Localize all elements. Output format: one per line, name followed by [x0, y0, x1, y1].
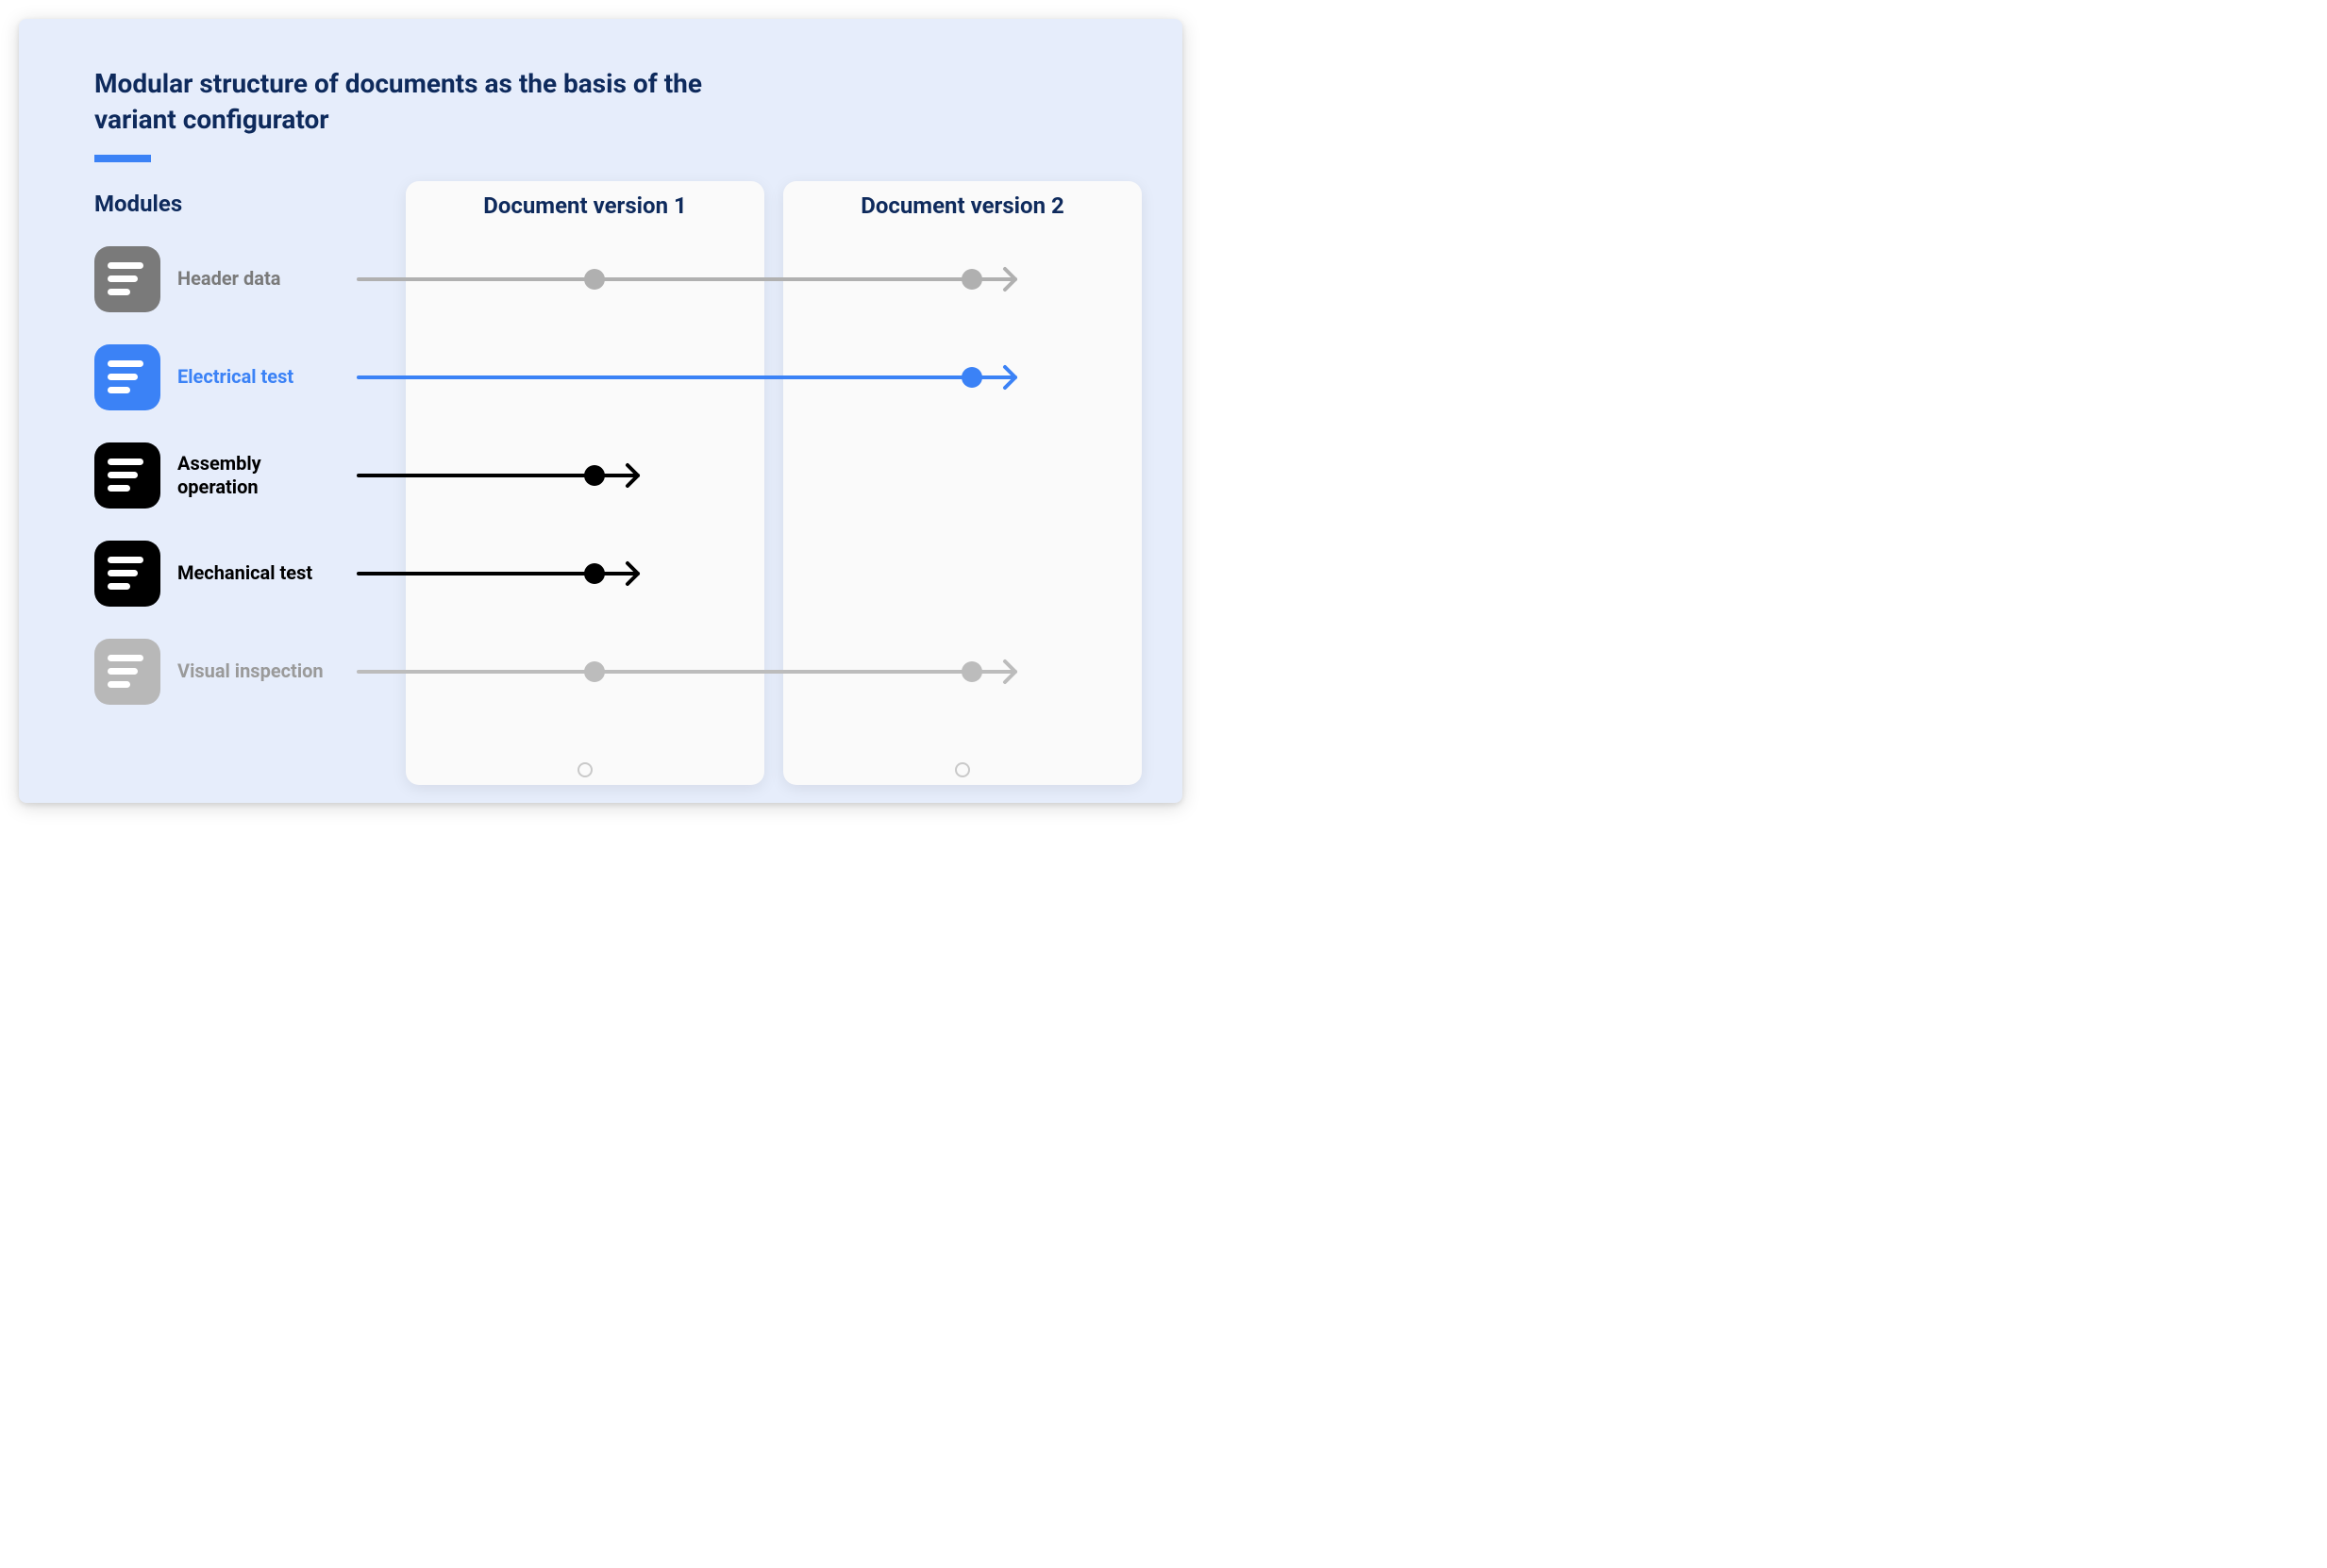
diagram-panel: Modular structure of documents as the ba…	[19, 19, 1182, 803]
module-row: Electrical test	[94, 341, 338, 414]
document-version-2-card: Document version 2	[783, 181, 1142, 785]
document-icon	[94, 344, 160, 410]
document-icon	[94, 639, 160, 705]
module-label: Assembly operation	[177, 452, 338, 499]
card-title-v1: Document version 1	[406, 192, 764, 219]
accent-bar	[94, 155, 151, 162]
module-label: Electrical test	[177, 365, 338, 389]
card-title-v2: Document version 2	[783, 192, 1142, 219]
module-label: Header data	[177, 267, 338, 291]
module-row: Mechanical test	[94, 537, 338, 610]
diagram-title: Modular structure of documents as the ba…	[94, 66, 755, 138]
diagram-content: Modules Document version 1 Document vers…	[94, 191, 1135, 776]
card-handle-icon	[955, 762, 970, 777]
card-handle-icon	[578, 762, 593, 777]
document-icon	[94, 246, 160, 312]
module-row: Assembly operation	[94, 439, 338, 512]
module-list: Header data Electrical test Assembly opera…	[94, 242, 338, 733]
module-label: Visual inspection	[177, 659, 338, 683]
document-icon	[94, 442, 160, 509]
document-icon	[94, 541, 160, 607]
module-row: Header data	[94, 242, 338, 316]
module-row: Visual inspection	[94, 635, 338, 709]
column-header-modules: Modules	[94, 191, 182, 217]
document-version-1-card: Document version 1	[406, 181, 764, 785]
module-label: Mechanical test	[177, 561, 338, 585]
